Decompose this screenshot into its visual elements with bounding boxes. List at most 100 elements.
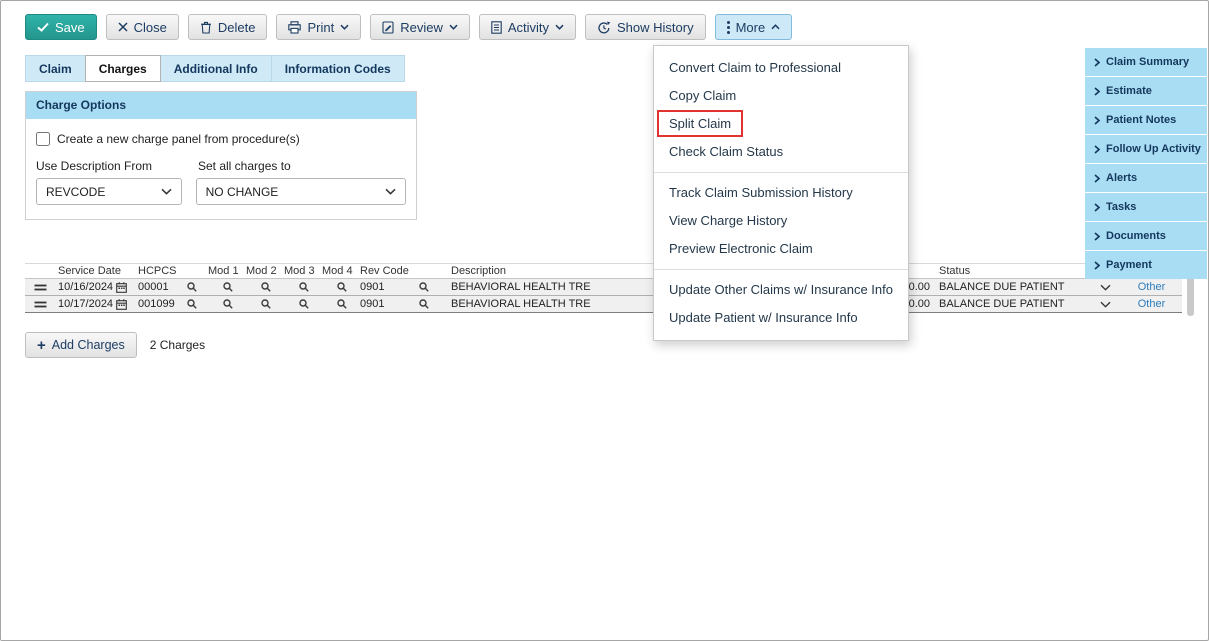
search-icon[interactable] <box>223 282 233 292</box>
menu-item-split-claim[interactable]: Split Claim <box>654 110 908 138</box>
mod4-field[interactable] <box>319 282 357 292</box>
other-link[interactable]: Other <box>1121 281 1182 293</box>
table-footer: + Add Charges 2 Charges <box>25 332 205 358</box>
charge-options-title: Charge Options <box>26 92 416 119</box>
mod3-header: Mod 3 <box>284 265 315 277</box>
mod3-field[interactable] <box>281 299 319 309</box>
status-value: BALANCE DUE PATIENT <box>939 298 1065 310</box>
menu-item-check-claim-status[interactable]: Check Claim Status <box>654 138 908 166</box>
sidebar-item-payment[interactable]: Payment <box>1085 251 1207 279</box>
drag-handle-icon <box>34 284 46 290</box>
hcpcs-header: HCPCS <box>138 265 177 277</box>
service-date-field[interactable]: 10/17/2024 <box>55 298 135 310</box>
tab-information-codes[interactable]: Information Codes <box>270 55 405 82</box>
search-icon[interactable] <box>299 282 309 292</box>
save-button[interactable]: Save <box>25 14 97 40</box>
chevron-down-icon <box>385 188 396 195</box>
service-date-field[interactable]: 10/16/2024 <box>55 281 135 293</box>
row-drag-handle[interactable] <box>25 284 55 291</box>
chevron-right-icon <box>1094 115 1100 125</box>
review-button[interactable]: Review <box>370 14 470 40</box>
search-icon[interactable] <box>223 299 233 309</box>
menu-item-convert-claim-to-professional[interactable]: Convert Claim to Professional <box>654 54 908 82</box>
print-button[interactable]: Print <box>276 14 362 40</box>
sidebar-item-claim-summary[interactable]: Claim Summary <box>1085 48 1207 76</box>
mod1-field[interactable] <box>205 282 243 292</box>
chevron-right-icon <box>1094 231 1100 241</box>
rev-code-value: 0901 <box>360 298 385 310</box>
close-label: Close <box>133 19 167 35</box>
hcpcs-field[interactable]: 00001 <box>135 281 205 293</box>
claim-editor-page: Save Close Delete Print Review Activity … <box>0 0 1209 641</box>
activity-button[interactable]: Activity <box>478 14 576 40</box>
menu-item-view-charge-history[interactable]: View Charge History <box>654 207 908 235</box>
calendar-icon[interactable] <box>116 281 127 293</box>
mod4-header: Mod 4 <box>322 265 353 277</box>
set-all-charges-select[interactable]: NO CHANGE <box>195 178 406 205</box>
chevron-down-icon <box>340 24 349 30</box>
search-icon[interactable] <box>337 282 347 292</box>
menu-item-track-claim-submission-history[interactable]: Track Claim Submission History <box>654 179 908 207</box>
show-history-label: Show History <box>617 19 694 35</box>
more-button[interactable]: More <box>714 14 793 40</box>
row-drag-handle[interactable] <box>25 301 55 308</box>
search-icon[interactable] <box>261 282 271 292</box>
chevron-down-icon <box>449 24 458 30</box>
menu-item-preview-electronic-claim[interactable]: Preview Electronic Claim <box>654 235 908 263</box>
new-charge-panel-checkbox[interactable] <box>36 132 50 146</box>
menu-item-update-patient-insurance[interactable]: Update Patient w/ Insurance Info <box>654 304 908 332</box>
service-date-header: Service Date <box>58 265 121 277</box>
search-icon[interactable] <box>187 299 197 309</box>
rev-code-field[interactable]: 0901 <box>357 298 437 310</box>
search-icon[interactable] <box>187 282 197 292</box>
add-charges-button[interactable]: + Add Charges <box>25 332 137 358</box>
mod1-field[interactable] <box>205 299 243 309</box>
mod3-field[interactable] <box>281 282 319 292</box>
mod2-field[interactable] <box>243 282 281 292</box>
trash-icon <box>200 21 211 34</box>
sidebar-item-documents[interactable]: Documents <box>1085 222 1207 250</box>
sidebar-item-follow-up-activity[interactable]: Follow Up Activity <box>1085 135 1207 163</box>
menu-divider <box>654 269 908 270</box>
search-icon[interactable] <box>299 299 309 309</box>
charge-row: 10/17/2024 001099 0901 BEHAVIORAL HEALTH… <box>25 296 1182 313</box>
sidebar-item-label: Follow Up Activity <box>1106 143 1201 155</box>
sidebar-item-patient-notes[interactable]: Patient Notes <box>1085 106 1207 134</box>
mod2-field[interactable] <box>243 299 281 309</box>
search-icon[interactable] <box>261 299 271 309</box>
status-select[interactable]: BALANCE DUE PATIENT <box>936 281 1121 293</box>
hcpcs-field[interactable]: 001099 <box>135 298 205 310</box>
close-button[interactable]: Close <box>105 14 179 40</box>
use-description-from-select[interactable]: REVCODE <box>36 178 182 205</box>
search-icon[interactable] <box>337 299 347 309</box>
close-icon <box>118 22 128 32</box>
mod4-field[interactable] <box>319 299 357 309</box>
drag-handle-icon <box>34 301 46 307</box>
tab-charges[interactable]: Charges <box>84 55 161 82</box>
search-icon[interactable] <box>419 299 429 309</box>
rev-code-field[interactable]: 0901 <box>357 281 437 293</box>
more-label: More <box>735 19 766 35</box>
other-link[interactable]: Other <box>1121 298 1182 310</box>
split-claim-highlight[interactable]: Split Claim <box>657 110 744 137</box>
tab-additional-info[interactable]: Additional Info <box>159 55 272 82</box>
menu-item-copy-claim[interactable]: Copy Claim <box>654 82 908 110</box>
mod1-header: Mod 1 <box>208 265 239 277</box>
new-charge-panel-label: Create a new charge panel from procedure… <box>57 132 300 146</box>
check-icon <box>37 22 49 32</box>
print-label: Print <box>307 19 335 35</box>
chevron-down-icon <box>1100 284 1111 291</box>
status-select[interactable]: BALANCE DUE PATIENT <box>936 298 1121 310</box>
calendar-icon[interactable] <box>116 298 127 310</box>
search-icon[interactable] <box>419 282 429 292</box>
sidebar-item-estimate[interactable]: Estimate <box>1085 77 1207 105</box>
sidebar-item-alerts[interactable]: Alerts <box>1085 164 1207 192</box>
tab-claim[interactable]: Claim <box>25 55 86 82</box>
sidebar-item-tasks[interactable]: Tasks <box>1085 193 1207 221</box>
chevron-down-icon <box>555 24 564 30</box>
tab-bar: Claim Charges Additional Info Informatio… <box>25 55 405 82</box>
chevron-up-icon <box>771 24 780 30</box>
menu-item-update-other-claims-insurance[interactable]: Update Other Claims w/ Insurance Info <box>654 276 908 304</box>
delete-button[interactable]: Delete <box>187 14 268 40</box>
show-history-button[interactable]: Show History <box>585 14 706 40</box>
